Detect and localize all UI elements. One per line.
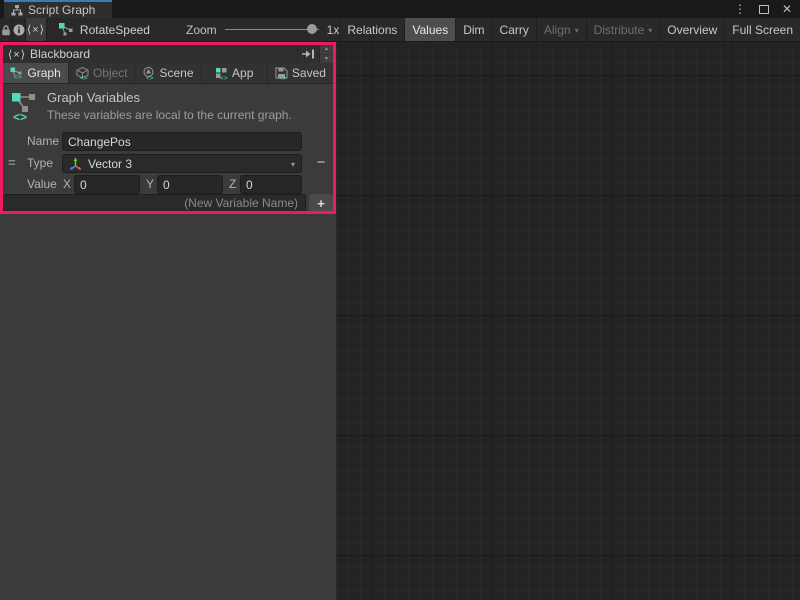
lock-button[interactable]: [0, 18, 13, 41]
tab-saved[interactable]: <> Saved: [268, 63, 333, 83]
blackboard-panel: ⟨×⟩ Blackboard ▲ ▼ <>: [0, 42, 336, 600]
type-label: Type: [27, 156, 53, 170]
angle-x-icon: ⟨×⟩: [27, 23, 45, 36]
y-axis-label: Y: [146, 177, 154, 191]
info-button[interactable]: [13, 18, 26, 41]
zoom-value: 1x: [327, 23, 340, 37]
svg-text:<>: <>: [80, 75, 88, 80]
dock-icon: [302, 49, 315, 59]
svg-text:<>: <>: [220, 75, 228, 80]
graph-tab-icon: <>: [10, 67, 23, 79]
svg-text:<>: <>: [279, 75, 287, 80]
svg-text:<>: <>: [13, 110, 27, 122]
blackboard-header: ⟨×⟩ Blackboard ▲ ▼: [3, 45, 333, 63]
tab-app[interactable]: <> App: [202, 63, 268, 83]
info-icon: [13, 24, 25, 36]
add-variable-button[interactable]: +: [309, 194, 333, 212]
z-axis-label: Z: [229, 177, 236, 191]
new-variable-input[interactable]: [3, 194, 306, 212]
close-icon[interactable]: ✕: [782, 3, 792, 15]
distribute-button[interactable]: Distribute ▾: [586, 18, 660, 41]
blackboard-title: Blackboard: [30, 47, 90, 61]
window-titlebar: Script Graph ⋮ ✕: [0, 0, 800, 18]
tab-title: Script Graph: [28, 3, 95, 17]
variable-name-input[interactable]: [62, 132, 302, 151]
chevron-down-icon: ▾: [648, 27, 652, 35]
graph-toolbar: ⟨×⟩ RotateSpeed Zoom 1x Relations Values: [0, 18, 800, 42]
section-subtitle: These variables are local to the current…: [47, 108, 292, 122]
overview-button[interactable]: Overview: [659, 18, 724, 41]
new-variable-row: +: [3, 194, 333, 213]
section-title: Graph Variables: [47, 90, 140, 105]
dim-button[interactable]: Dim: [455, 18, 491, 41]
blackboard-icon: ⟨×⟩: [8, 48, 26, 61]
relations-button[interactable]: Relations: [339, 18, 404, 41]
scroll-up-button[interactable]: ▲: [320, 45, 333, 55]
chevron-down-icon: ▾: [291, 161, 295, 169]
drag-handle-icon[interactable]: =: [8, 155, 16, 170]
maximize-icon[interactable]: [759, 5, 769, 14]
zoom-label: Zoom: [186, 23, 217, 37]
scroll-down-button[interactable]: ▼: [320, 55, 333, 64]
script-graph-window: Script Graph ⋮ ✕: [0, 0, 800, 600]
x-value-input[interactable]: [74, 175, 140, 194]
variable-type-row: = Type Vector 3 ▾ −: [3, 153, 333, 173]
align-button[interactable]: Align ▾: [536, 18, 586, 41]
scene-tab-icon: <>: [142, 67, 155, 80]
x-axis-label: X: [63, 177, 71, 191]
z-value-input[interactable]: [240, 175, 302, 194]
zoom-control: Zoom 1x: [186, 18, 339, 41]
lock-icon: [0, 24, 12, 36]
name-label: Name: [27, 134, 59, 148]
panel-scroll-spinner: ▲ ▼: [319, 45, 333, 63]
remove-variable-button[interactable]: −: [310, 153, 332, 173]
breadcrumb-label: RotateSpeed: [80, 23, 150, 37]
script-graph-icon: [11, 5, 23, 16]
graph-variables-section: <> Graph Variables These variables are l…: [3, 84, 333, 130]
blackboard-tabs: <> Graph <> Object <> Scene: [3, 63, 333, 84]
chevron-down-icon: ▾: [575, 27, 579, 35]
toolbar-right-group: Relations Values Dim Carry Align ▾ Distr…: [339, 18, 800, 41]
node-values-toggle[interactable]: ⟨×⟩: [26, 18, 47, 41]
graph-variables-icon: <>: [11, 91, 38, 122]
zoom-slider[interactable]: [225, 29, 319, 30]
variable-value-row: Value X Y Z: [3, 174, 333, 194]
tab-graph[interactable]: <> Graph: [3, 63, 69, 83]
tab-script-graph[interactable]: Script Graph: [4, 0, 112, 18]
graph-node-icon: [59, 23, 73, 36]
saved-tab-icon: <>: [275, 67, 288, 80]
value-label: Value: [27, 177, 57, 191]
y-value-input[interactable]: [157, 175, 223, 194]
svg-text:<>: <>: [14, 74, 22, 79]
variable-name-row: Name: [3, 131, 333, 151]
object-tab-icon: <>: [76, 67, 89, 80]
graph-canvas[interactable]: [336, 42, 800, 600]
breadcrumb[interactable]: RotateSpeed: [59, 18, 150, 41]
type-value: Vector 3: [88, 157, 132, 171]
carry-button[interactable]: Carry: [492, 18, 536, 41]
type-dropdown[interactable]: Vector 3 ▾: [62, 154, 302, 173]
values-button[interactable]: Values: [404, 18, 455, 41]
zoom-slider-handle[interactable]: [307, 24, 317, 34]
svg-text:<>: <>: [146, 75, 154, 80]
app-tab-icon: <>: [215, 67, 228, 80]
tab-scene[interactable]: <> Scene: [135, 63, 201, 83]
window-menu-icon[interactable]: ⋮: [734, 3, 746, 15]
tab-object[interactable]: <> Object: [69, 63, 135, 83]
dock-panel-button[interactable]: [297, 45, 319, 63]
window-controls: ⋮ ✕: [734, 0, 792, 18]
fullscreen-button[interactable]: Full Screen: [724, 18, 800, 41]
vector3-icon: [69, 157, 82, 170]
